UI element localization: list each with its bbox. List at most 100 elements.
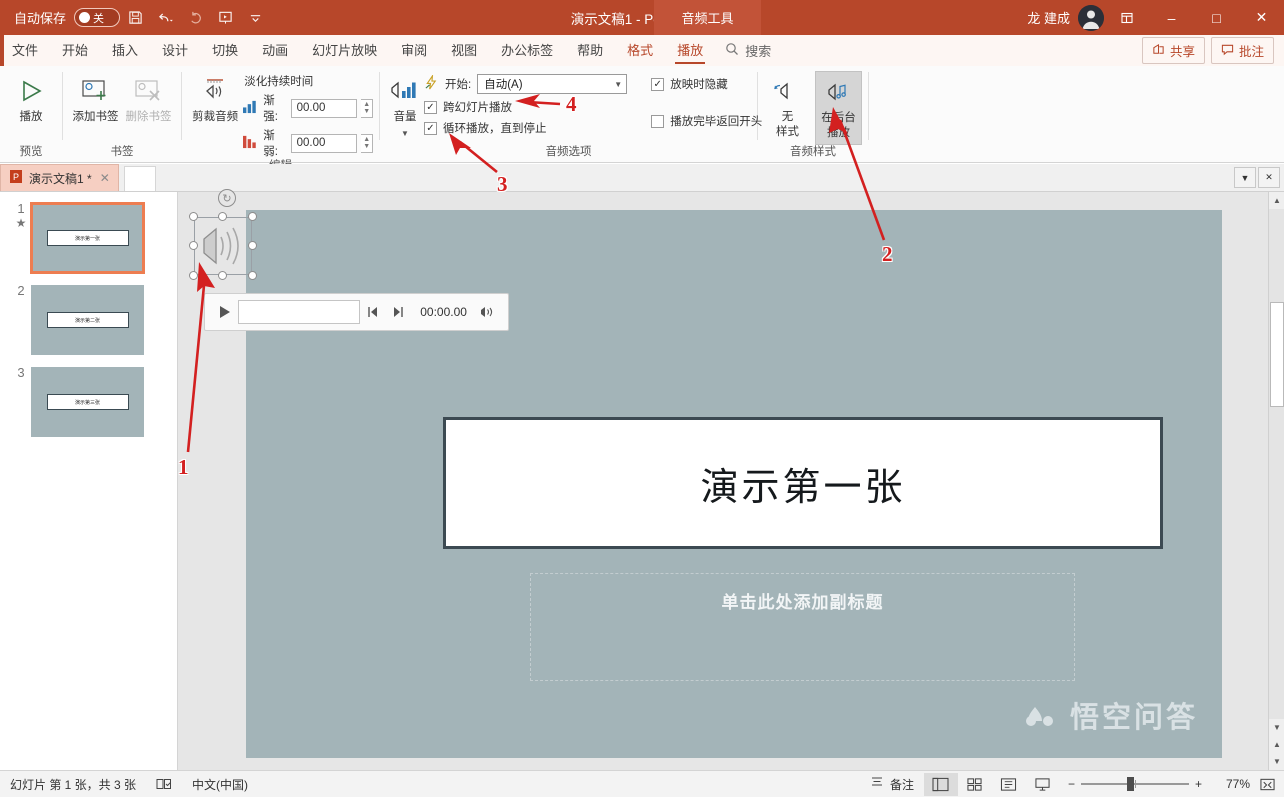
slide-thumbnail-pane[interactable]: 1 ★ 演示第一张 2 演示第二张 3 演示第三张 bbox=[0, 192, 178, 770]
autosave-control[interactable]: 自动保存 关 bbox=[14, 8, 121, 27]
new-tab-button[interactable] bbox=[123, 166, 156, 191]
volume-chevron-down-icon[interactable]: ▼ bbox=[401, 127, 409, 140]
minimize-button[interactable]: – bbox=[1149, 0, 1194, 35]
subtitle-placeholder[interactable]: 单击此处添加副标题 bbox=[530, 573, 1075, 681]
document-tab[interactable]: P 演示文稿1 * ✕ bbox=[0, 164, 119, 191]
redo-icon[interactable] bbox=[180, 5, 210, 31]
resize-handle-se[interactable] bbox=[248, 271, 257, 280]
tab-transitions[interactable]: 切换 bbox=[200, 35, 250, 66]
remove-bookmark-button[interactable]: 删除书签 bbox=[122, 71, 175, 127]
loop-checkbox[interactable]: ✓ bbox=[424, 121, 437, 135]
share-button[interactable]: 共享 bbox=[1141, 37, 1205, 64]
tab-file[interactable]: 文件 bbox=[0, 35, 50, 66]
thumbnail-item-1[interactable]: 1 ★ 演示第一张 bbox=[0, 192, 177, 274]
thumbnail-preview[interactable]: 演示第三张 bbox=[30, 366, 145, 438]
audio-player-control[interactable]: 00:00.00 bbox=[204, 293, 509, 331]
thumbnail-item-2[interactable]: 2 演示第二张 bbox=[0, 274, 177, 356]
view-slideshow-button[interactable] bbox=[1026, 773, 1060, 796]
thumbnail-item-3[interactable]: 3 演示第三张 bbox=[0, 356, 177, 438]
player-progress-bar[interactable] bbox=[238, 300, 361, 324]
view-slide-sorter-button[interactable] bbox=[958, 773, 992, 796]
thumbnail-preview[interactable]: 演示第二张 bbox=[30, 284, 145, 356]
no-style-button[interactable]: 无 样式 bbox=[764, 71, 811, 143]
previous-slide-icon[interactable]: ▲ bbox=[1269, 736, 1284, 753]
view-normal-button[interactable] bbox=[923, 772, 958, 796]
tab-review[interactable]: 审阅 bbox=[389, 35, 439, 66]
close-tab-pane-icon[interactable]: ✕ bbox=[1258, 167, 1280, 188]
language-status[interactable]: 中文(中国) bbox=[182, 771, 258, 797]
play-button[interactable]: 播放 bbox=[6, 71, 56, 127]
rewind-after-playing-checkbox[interactable] bbox=[651, 114, 665, 128]
tab-animations[interactable]: 动画 bbox=[250, 35, 300, 66]
zoom-out-button[interactable]: − bbox=[1068, 777, 1075, 791]
tab-home[interactable]: 开始 bbox=[50, 35, 100, 66]
hide-row[interactable]: ✓ 放映时隐藏 bbox=[651, 76, 762, 92]
zoom-slider[interactable]: − + bbox=[1060, 777, 1210, 791]
slide-canvas[interactable]: 演示第一张 单击此处添加副标题 悟空问答 ↻ 00:00.00 bbox=[178, 189, 1268, 770]
resize-handle-s[interactable] bbox=[218, 271, 227, 280]
next-slide-icon[interactable]: ▼ bbox=[1269, 753, 1284, 770]
play-in-background-button[interactable]: 在后台 播放 bbox=[814, 71, 862, 145]
zoom-knob[interactable] bbox=[1126, 777, 1134, 791]
add-bookmark-button[interactable]: 添加书签 bbox=[69, 71, 122, 127]
proofing-icon[interactable] bbox=[146, 771, 182, 797]
scrollbar-thumb[interactable] bbox=[1270, 302, 1284, 407]
player-step-back-icon[interactable] bbox=[360, 306, 385, 318]
scroll-up-icon[interactable]: ▲ bbox=[1269, 192, 1284, 209]
customize-quick-access-icon[interactable] bbox=[240, 5, 270, 31]
scroll-down-icon[interactable]: ▼ bbox=[1269, 719, 1284, 736]
search-input[interactable]: 搜索 bbox=[725, 41, 771, 60]
resize-handle-sw[interactable] bbox=[189, 271, 198, 280]
tab-design[interactable]: 设计 bbox=[150, 35, 200, 66]
tab-insert[interactable]: 插入 bbox=[100, 35, 150, 66]
resize-handle-n[interactable] bbox=[218, 212, 227, 221]
zoom-in-button[interactable]: + bbox=[1195, 777, 1202, 791]
player-volume-icon[interactable] bbox=[475, 305, 500, 319]
maximize-button[interactable]: □ bbox=[1194, 0, 1239, 35]
volume-button[interactable]: 音量 ▼ bbox=[386, 71, 424, 143]
fit-slide-button[interactable] bbox=[1250, 773, 1284, 796]
fade-out-stepper[interactable]: ▲ ▼ bbox=[361, 133, 373, 153]
view-reading-button[interactable] bbox=[992, 773, 1026, 796]
fade-in-stepper[interactable]: ▲ ▼ bbox=[361, 98, 373, 118]
player-play-icon[interactable] bbox=[213, 304, 236, 320]
close-button[interactable]: ✕ bbox=[1239, 0, 1284, 35]
across-slides-row[interactable]: ✓ 跨幻灯片播放 bbox=[424, 99, 627, 115]
tab-format[interactable]: 格式 bbox=[615, 35, 665, 66]
start-presentation-icon[interactable] bbox=[210, 5, 240, 31]
title-placeholder[interactable]: 演示第一张 bbox=[443, 417, 1163, 549]
tab-view[interactable]: 视图 bbox=[439, 35, 489, 66]
start-dropdown[interactable]: 自动(A) ▼ bbox=[477, 74, 628, 94]
thumbnail-preview[interactable]: 演示第一张 bbox=[30, 202, 145, 274]
rotate-handle[interactable]: ↻ bbox=[218, 189, 236, 207]
comment-button[interactable]: 批注 bbox=[1210, 37, 1274, 64]
tab-slideshow[interactable]: 幻灯片放映 bbox=[300, 35, 389, 66]
rewind-row[interactable]: 播放完毕返回开头 bbox=[651, 113, 762, 129]
hide-during-show-checkbox[interactable]: ✓ bbox=[651, 77, 665, 91]
audio-object[interactable]: ↻ bbox=[189, 189, 257, 280]
tab-playback[interactable]: 播放 bbox=[665, 35, 715, 66]
restore-down-icon[interactable] bbox=[1104, 0, 1149, 35]
resize-handle-ne[interactable] bbox=[248, 212, 257, 221]
resize-handle-e[interactable] bbox=[248, 241, 257, 250]
across-slides-checkbox[interactable]: ✓ bbox=[424, 100, 437, 114]
resize-handle-nw[interactable] bbox=[189, 212, 198, 221]
slide-count-status[interactable]: 幻灯片 第 1 张，共 3 张 bbox=[0, 771, 146, 797]
tab-list-dropdown-icon[interactable]: ▼ bbox=[1234, 167, 1256, 188]
resize-handle-w[interactable] bbox=[189, 241, 198, 250]
zoom-percent[interactable]: 77% bbox=[1210, 777, 1250, 791]
notes-button[interactable]: 备注 bbox=[860, 771, 924, 797]
contextual-tab-audio-tools[interactable]: 音频工具 bbox=[654, 0, 761, 35]
player-step-forward-icon[interactable] bbox=[385, 306, 410, 318]
autosave-toggle[interactable]: 关 bbox=[74, 8, 121, 27]
vertical-scrollbar[interactable]: ▲ ▼ ▲ ▼ bbox=[1268, 192, 1284, 770]
save-icon[interactable] bbox=[120, 5, 150, 31]
fade-in-input[interactable]: 00.00 bbox=[290, 98, 358, 118]
avatar[interactable] bbox=[1078, 4, 1104, 31]
tab-office-tabs[interactable]: 办公标签 bbox=[489, 35, 565, 66]
close-tab-icon[interactable]: ✕ bbox=[100, 171, 110, 185]
undo-icon[interactable] bbox=[150, 5, 180, 31]
fade-out-input[interactable]: 00.00 bbox=[290, 133, 358, 153]
loop-row[interactable]: ✓ 循环播放，直到停止 bbox=[424, 120, 627, 136]
tab-help[interactable]: 帮助 bbox=[565, 35, 615, 66]
